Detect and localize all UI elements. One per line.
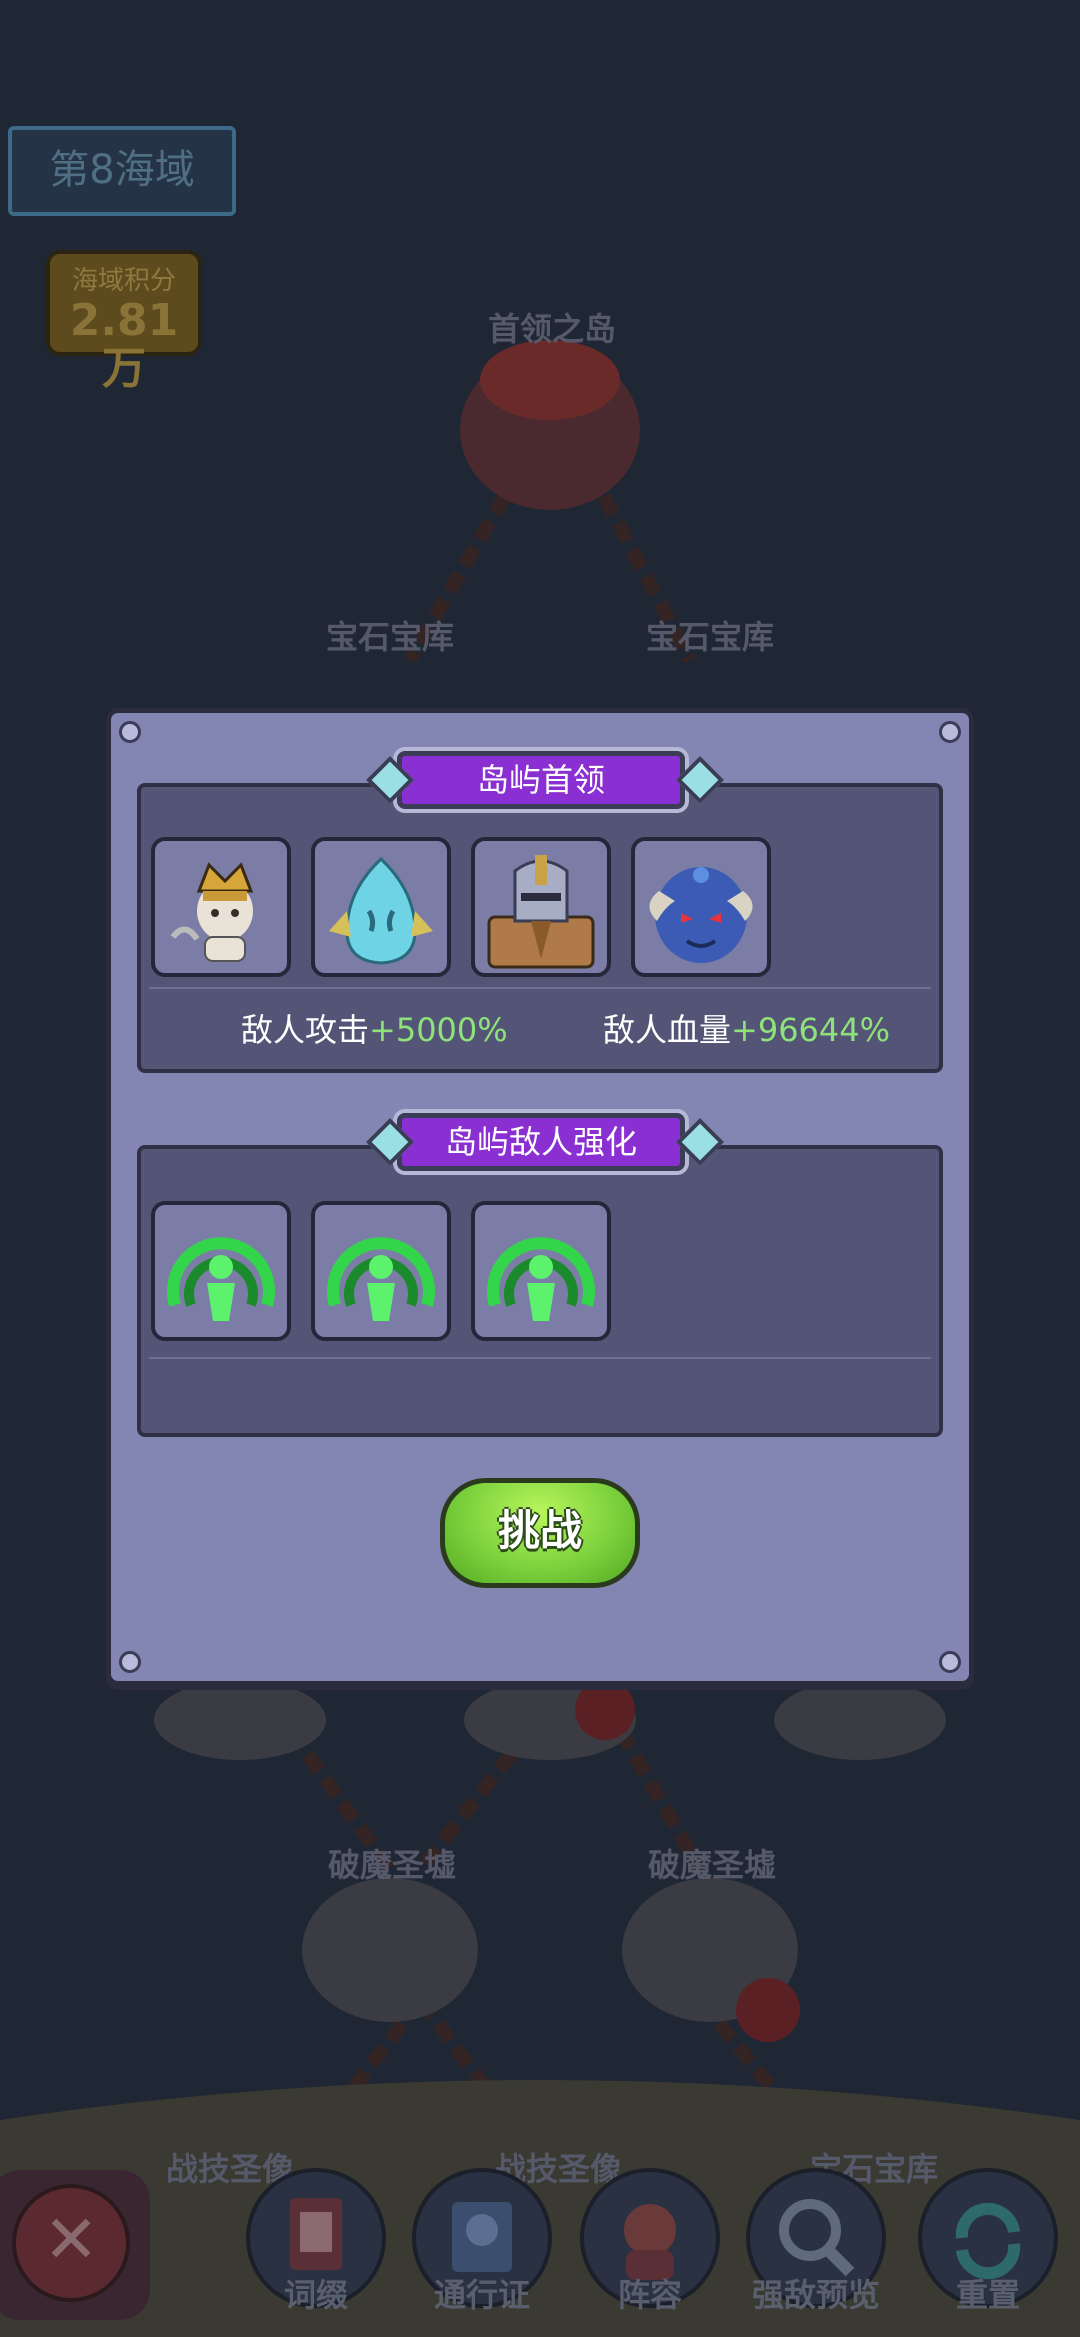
region-label: 第8海域: [49, 147, 195, 193]
map-label-boss-island: 首领之岛: [488, 310, 617, 348]
nav-label-pass: 通行证: [433, 2276, 530, 2314]
buff-slot[interactable]: [151, 1201, 291, 1341]
section-divider: [149, 987, 931, 989]
rivet-icon: [939, 1651, 961, 1673]
map-label-demon-ruins-left: 破魔圣墟: [328, 1846, 457, 1884]
rivet-icon: [119, 721, 141, 743]
green-aura-icon: [487, 1237, 595, 1321]
map-label-gem-vault-left: 宝石宝库: [326, 618, 455, 656]
island-boss-title-text: 岛屿首领: [476, 761, 605, 799]
sea-score-label: 海域积分: [71, 266, 176, 296]
boss-slot[interactable]: [151, 837, 291, 977]
enemy-attack-label: 敌人攻击: [241, 1011, 370, 1049]
green-aura-icon: [327, 1237, 435, 1321]
close-button[interactable]: ✕: [0, 2170, 150, 2320]
buff-slot[interactable]: [311, 1201, 451, 1341]
island-boss-title: 岛屿首领: [397, 751, 685, 809]
close-icon: ✕: [12, 2184, 130, 2302]
nav-label-reset: 重置: [955, 2276, 1020, 2314]
enemy-attack-stat: 敌人攻击+5000%: [241, 1005, 508, 1051]
challenge-button[interactable]: 挑战: [440, 1478, 640, 1588]
enemy-buff-title-text: 岛屿敌人强化: [444, 1123, 637, 1161]
boss-slot[interactable]: [631, 837, 771, 977]
enemy-attack-value: +5000%: [369, 1011, 508, 1049]
enemy-hp-label: 敌人血量: [603, 1011, 732, 1049]
armored-knight-icon: [487, 855, 595, 969]
rivet-icon: [939, 721, 961, 743]
horned-warrior-icon: [170, 862, 254, 962]
water-spirit-icon: [329, 856, 433, 965]
enemy-hp-value: +96644%: [731, 1011, 891, 1049]
island-boss-section: 敌人攻击+5000% 敌人血量+96644%: [137, 783, 943, 1073]
enemy-buff-title: 岛屿敌人强化: [397, 1113, 685, 1171]
nav-label-affix: 词缀: [283, 2276, 348, 2314]
section-divider: [149, 1357, 931, 1359]
nav-label-enemy-preview: 强敌预览: [751, 2276, 880, 2314]
nav-label-lineup: 阵容: [617, 2276, 682, 2314]
rivet-icon: [119, 1651, 141, 1673]
sea-score-badge: 海域积分 2.81万: [46, 250, 202, 393]
green-aura-icon: [167, 1237, 275, 1321]
map-label-gem-vault-right: 宝石宝库: [646, 618, 775, 656]
boss-slot[interactable]: [471, 837, 611, 977]
sea-score-value: 2.81万: [69, 295, 179, 394]
enemy-hp-stat: 敌人血量+96644%: [603, 1005, 890, 1051]
enemy-buff-section: [137, 1145, 943, 1437]
region-badge: 第8海域: [8, 126, 236, 216]
buff-slot[interactable]: [471, 1201, 611, 1341]
blue-demon-icon: [649, 867, 753, 963]
map-label-demon-ruins-right: 破魔圣墟: [648, 1846, 777, 1884]
boss-slot[interactable]: [311, 837, 451, 977]
